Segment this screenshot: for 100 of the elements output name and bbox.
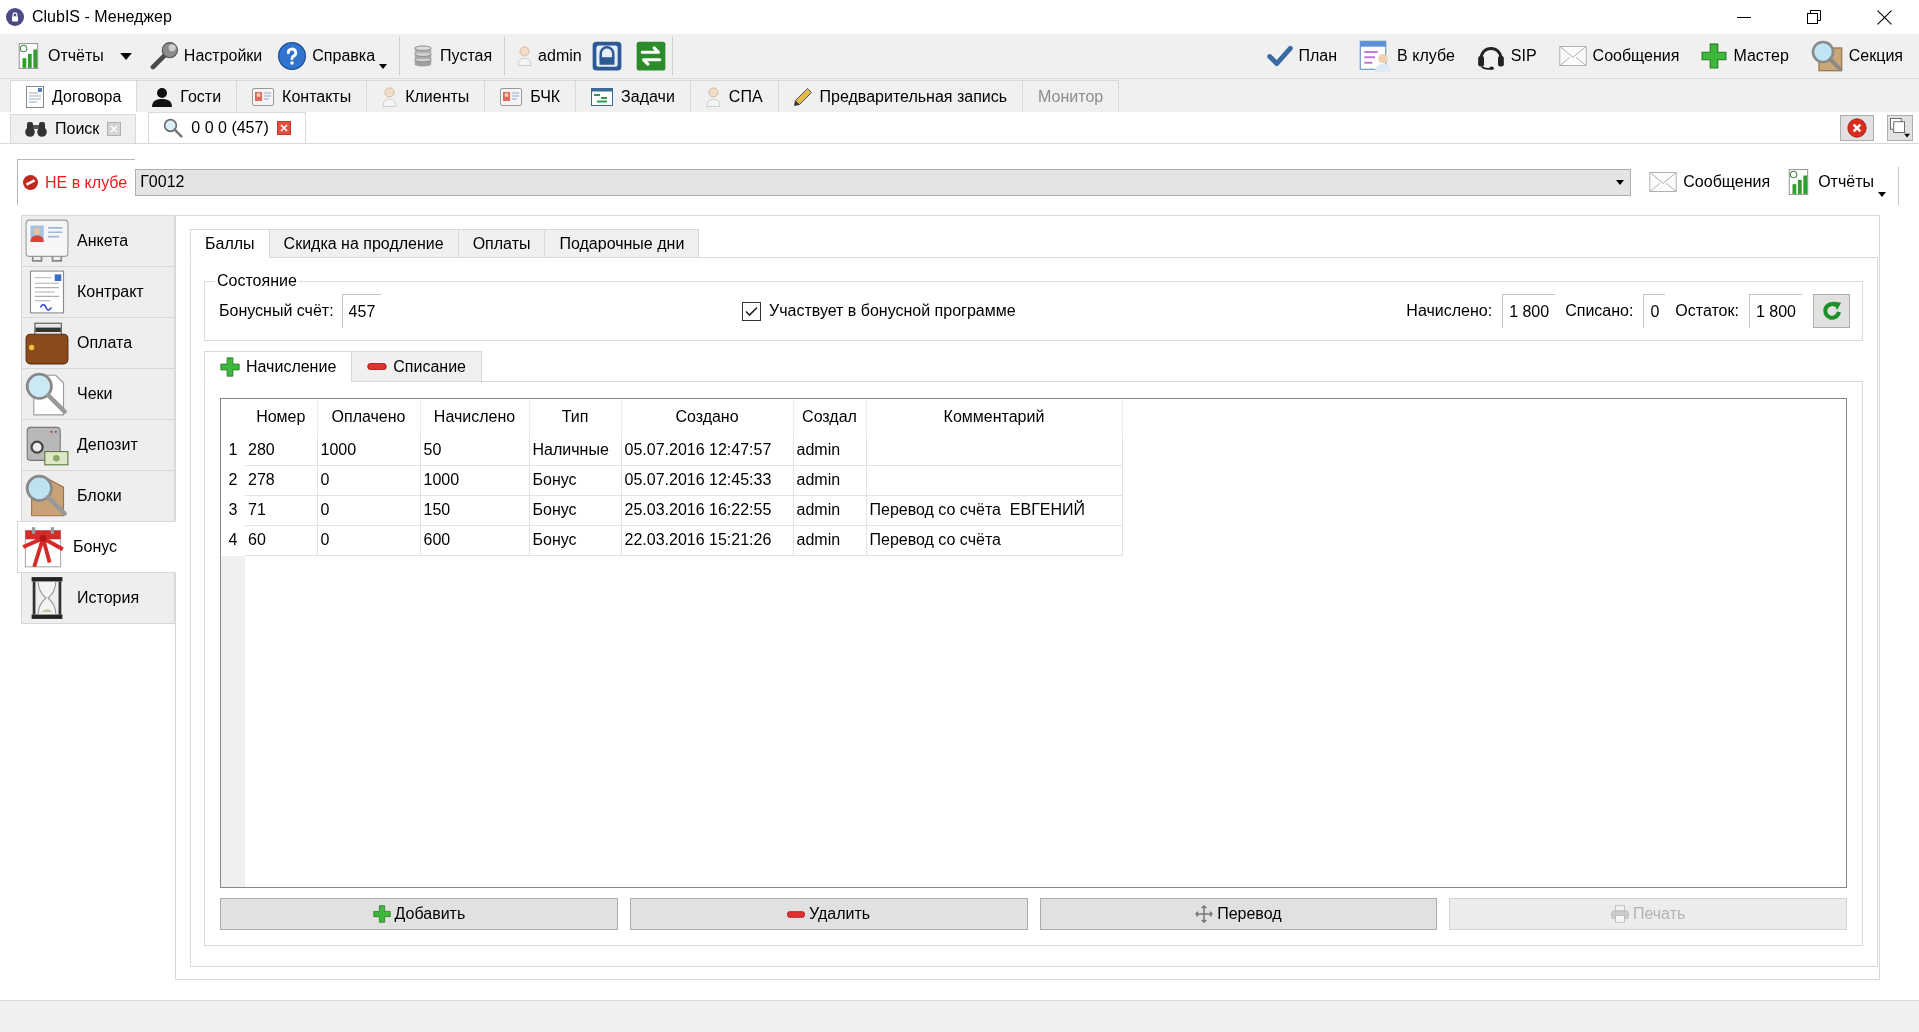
toolbar-button[interactable]: Секция — [1804, 38, 1909, 74]
input-field[interactable]: 1 800 — [1502, 294, 1556, 328]
table-cell: Перевод со счёта ЕВГЕНИЙ — [866, 495, 1122, 525]
status-text: НЕ в клубе — [45, 173, 128, 192]
toolbar-button[interactable]: admin — [511, 38, 588, 74]
search-icon — [163, 118, 184, 138]
column-header[interactable]: Создано — [621, 399, 793, 435]
tab[interactable]: Оплаты — [457, 229, 546, 258]
user-icon — [152, 86, 173, 107]
user-icon — [517, 46, 533, 66]
table-cell: 50 — [420, 435, 529, 465]
sidebar-item[interactable]: История — [21, 572, 175, 624]
checkbox[interactable] — [742, 301, 761, 321]
toolbar-button[interactable]: Настройки — [143, 38, 269, 74]
column-header[interactable]: Тип — [529, 399, 621, 435]
table-cell: 600 — [420, 525, 529, 555]
document-tab[interactable]: 0 0 0 (457) — [148, 112, 306, 143]
envelope-icon — [1649, 172, 1678, 192]
toolbar-button[interactable]: В клубе — [1353, 38, 1461, 74]
table-cell: 22.03.2016 15:21:26 — [621, 525, 793, 555]
sidebar-item[interactable]: Депозит — [21, 419, 175, 471]
toolbar-button[interactable]: План — [1260, 38, 1344, 74]
column-header[interactable]: Номер — [245, 399, 317, 435]
sidebar-item[interactable]: Блоки — [21, 470, 175, 522]
card-dropdown[interactable]: Г0012 — [135, 168, 1632, 196]
toolbar-button[interactable]: SIP — [1470, 38, 1543, 74]
table-cell: 1000 — [317, 435, 420, 465]
binoculars-icon — [25, 121, 47, 137]
table-cell: 280 — [245, 435, 317, 465]
check-icon — [1266, 43, 1293, 69]
column-header[interactable]: Комментарий — [866, 399, 1122, 435]
toolbar-button[interactable]: Справка — [272, 38, 394, 74]
input-field[interactable]: 1 800 — [1748, 294, 1802, 328]
pencil-icon — [793, 87, 812, 106]
toolbar-button[interactable]: Пустая — [406, 38, 499, 74]
table-cell: 71 — [245, 495, 317, 525]
column-header[interactable]: Создал — [793, 399, 866, 435]
plus-icon — [372, 905, 391, 923]
move-icon — [1195, 905, 1214, 923]
minimize-icon[interactable] — [1737, 16, 1751, 18]
table-cell: Наличные — [529, 435, 621, 465]
caret-icon — [379, 64, 388, 69]
input-field[interactable]: 0 — [1643, 294, 1666, 328]
tab[interactable]: Скидка на продление — [268, 229, 459, 258]
tab[interactable]: Списание — [351, 351, 482, 382]
guest-list-icon — [1359, 40, 1392, 72]
lock-icon[interactable] — [591, 41, 622, 71]
sidebar-item[interactable]: Анкета — [21, 215, 175, 267]
table-cell: 278 — [245, 465, 317, 495]
id-card-icon — [252, 87, 275, 106]
table-cell: Бонус — [529, 495, 621, 525]
toolbar-button[interactable]: Сообщения — [1552, 38, 1686, 74]
plus-icon — [220, 356, 240, 377]
table-cell: 05.07.2016 12:47:57 — [621, 435, 793, 465]
tab[interactable]: Подарочные дни — [544, 229, 700, 258]
table-cell: 150 — [420, 495, 529, 525]
toolbar-button[interactable]: Сообщения — [1641, 162, 1779, 202]
box-magnifier-icon — [1810, 40, 1843, 72]
close-tab-button[interactable] — [1840, 114, 1874, 141]
table-cell: Бонус — [529, 525, 621, 555]
checkbox-label[interactable]: Участвует в бонусной программе — [769, 302, 1016, 320]
sidebar-item[interactable]: Бонус — [17, 521, 176, 573]
table-cell: admin — [793, 495, 866, 525]
id-card-icon — [500, 87, 523, 106]
window-title: ClubIS - Менеджер — [32, 8, 172, 26]
windows-button[interactable] — [1887, 114, 1913, 141]
field-label: Остаток: — [1675, 302, 1739, 320]
minus-icon — [787, 910, 806, 918]
sidebar-item[interactable]: Оплата — [21, 317, 175, 369]
tab[interactable]: Баллы — [190, 229, 270, 258]
table-cell: 0 — [317, 465, 420, 495]
swap-arrows-icon[interactable] — [635, 41, 666, 71]
field-label: Начислено: — [1406, 302, 1493, 320]
close-icon — [1847, 117, 1867, 138]
action-button[interactable]: Удалить — [629, 898, 1028, 930]
printer-icon — [1610, 905, 1629, 923]
caret-icon[interactable] — [119, 52, 132, 60]
action-button[interactable]: Добавить — [220, 898, 618, 930]
tab[interactable]: Начисление — [204, 351, 353, 382]
column-header[interactable]: Начислено — [420, 399, 529, 435]
tab[interactable]: Договора — [10, 80, 138, 112]
table-cell: 25.03.2016 16:22:55 — [621, 495, 793, 525]
refresh-button[interactable] — [1813, 294, 1850, 328]
gift-icon — [21, 525, 65, 569]
minus-icon — [367, 363, 388, 370]
id-card-icon — [25, 219, 69, 263]
action-button[interactable]: Перевод — [1039, 898, 1438, 930]
sidebar-item[interactable]: Контракт — [21, 266, 175, 318]
toolbar-button[interactable]: Отчёты — [1778, 162, 1894, 202]
windows-icon — [1890, 117, 1910, 138]
group-title: Состояние — [216, 272, 298, 290]
help-icon — [278, 42, 307, 70]
restore-icon[interactable] — [1807, 10, 1821, 24]
document-tab[interactable]: Поиск — [10, 114, 137, 143]
column-header[interactable]: Оплачено — [317, 399, 420, 435]
toolbar-button[interactable]: Отчёты — [10, 38, 110, 74]
close-icon[interactable] — [1876, 9, 1892, 25]
toolbar-button[interactable]: Мастер — [1695, 38, 1795, 74]
sidebar-item[interactable]: Чеки — [21, 368, 175, 420]
input-field[interactable]: 457 — [341, 294, 382, 328]
